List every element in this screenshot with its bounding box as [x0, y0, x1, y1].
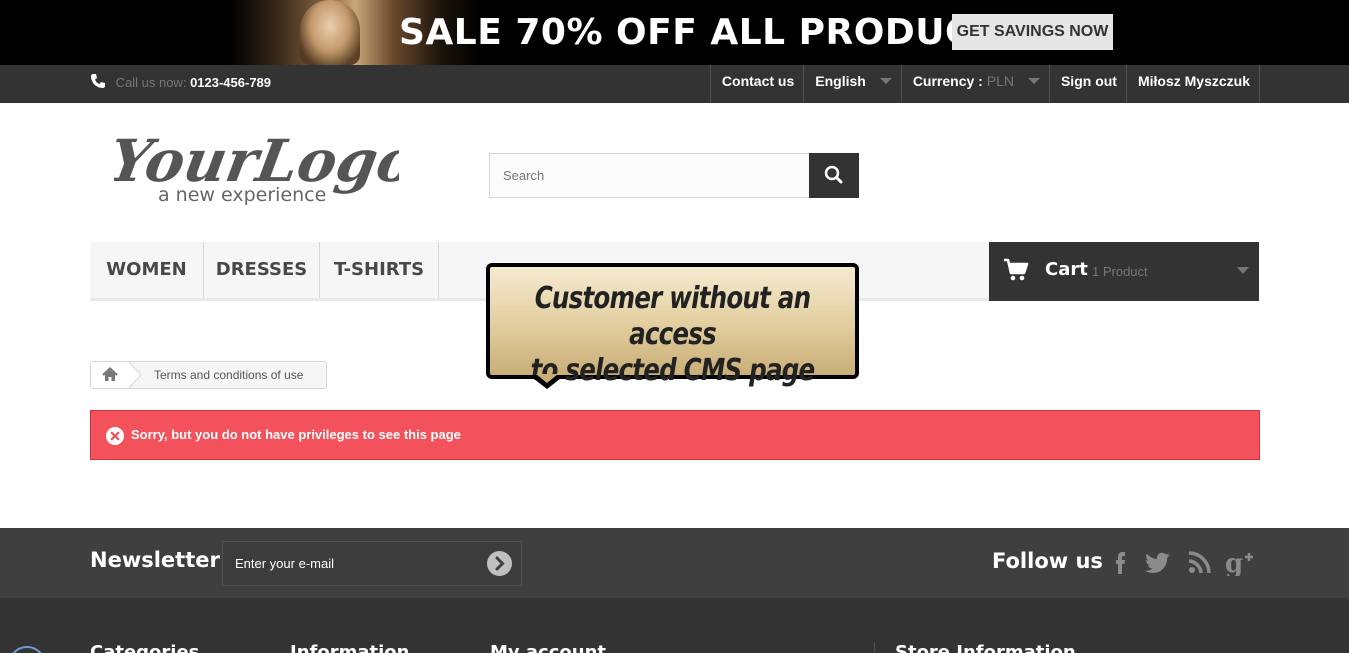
menu-item-dresses[interactable]: DRESSES: [204, 242, 320, 298]
footer-links-area: Categories Information My account Store …: [0, 598, 1349, 653]
logo-graphic: YourLogo a new experience: [104, 126, 422, 206]
contact-us-link[interactable]: Contact us: [709, 65, 803, 103]
scroll-widget-icon[interactable]: [8, 646, 46, 653]
rss-icon[interactable]: [1186, 548, 1214, 576]
chevron-down-icon: [879, 78, 892, 84]
cart-count: 1 Product: [1092, 264, 1148, 279]
currency-value: PLN: [986, 73, 1014, 89]
footer-col-categories: Categories: [90, 642, 200, 653]
menu-item-women[interactable]: WOMEN: [90, 242, 204, 298]
google-plus-icon[interactable]: g: [1225, 548, 1255, 576]
user-name: Miłosz Myszczuk: [1137, 73, 1250, 89]
error-icon: [106, 427, 124, 445]
follow-us-title: Follow us: [992, 549, 1103, 573]
svg-text:g: g: [1225, 549, 1243, 576]
breadcrumb: Terms and conditions of use: [90, 361, 327, 389]
search-input[interactable]: Search: [489, 153, 810, 198]
footer-col-store-information: Store Information: [895, 642, 1076, 653]
error-message: Sorry, but you do not have privileges to…: [131, 427, 461, 442]
get-savings-button[interactable]: GET SAVINGS NOW: [952, 14, 1113, 50]
newsletter-title: Newsletter: [90, 548, 220, 572]
language-label: English: [815, 73, 866, 89]
breadcrumb-separator: [128, 361, 142, 389]
phone-icon: [91, 74, 105, 88]
user-nav: Contact us English Currency : PLN Sign o…: [709, 65, 1260, 103]
search-button[interactable]: [809, 153, 859, 198]
error-alert: Sorry, but you do not have privileges to…: [90, 410, 1260, 460]
call-us-info: Call us now: 0123-456-789: [90, 73, 271, 90]
currency-label: Currency :: [912, 73, 983, 89]
twitter-icon[interactable]: [1145, 548, 1173, 576]
newsletter-submit-button[interactable]: [487, 551, 512, 576]
top-nav-bar: Call us now: 0123-456-789 Contact us Eng…: [0, 65, 1349, 103]
callout-pointer-fill: [536, 374, 558, 383]
footer-col-my-account: My account: [490, 642, 606, 653]
site-logo[interactable]: YourLogo a new experience: [104, 125, 422, 210]
sign-out-label: Sign out: [1060, 73, 1117, 89]
facebook-icon[interactable]: [1106, 548, 1134, 576]
sign-out-link[interactable]: Sign out: [1048, 65, 1126, 103]
callout-line-1: Customer without an access: [534, 281, 811, 352]
currency-selector[interactable]: Currency : PLN: [900, 65, 1049, 103]
newsletter-email-input[interactable]: Enter your e-mail: [222, 541, 522, 586]
footer-divider: [874, 642, 875, 653]
banner-model-image: [300, 0, 360, 65]
breadcrumb-current: Terms and conditions of use: [154, 368, 304, 382]
banner-headline: SALE 70% OFF ALL PRODUCTS: [399, 12, 1024, 53]
menu-item-tshirts[interactable]: T-SHIRTS: [320, 242, 439, 298]
language-selector[interactable]: English: [803, 65, 901, 103]
breadcrumb-home[interactable]: [91, 362, 129, 388]
contact-us-label: Contact us: [721, 73, 795, 89]
shopping-cart-icon: [1004, 258, 1029, 281]
call-us-label: Call us now:: [115, 75, 187, 90]
footer-newsletter-bar: Newsletter Enter your e-mail Follow us g: [0, 528, 1349, 598]
cart-button[interactable]: Cart 1 Product: [989, 242, 1259, 301]
callout-line-2: to selected CMS page: [530, 353, 816, 388]
phone-number: 0123-456-789: [190, 75, 272, 90]
search-icon: [824, 165, 843, 184]
logo-tagline: a new experience: [158, 184, 326, 206]
home-icon: [102, 366, 118, 381]
chevron-down-icon: [1027, 78, 1040, 84]
account-link[interactable]: Miłosz Myszczuk: [1125, 65, 1260, 103]
annotation-callout: Customer without an access to selected C…: [486, 263, 859, 388]
cart-label: Cart: [1045, 259, 1088, 280]
chevron-down-icon: [1237, 267, 1249, 274]
footer-col-information: Information: [290, 642, 410, 653]
promo-banner[interactable]: SALE 70% OFF ALL PRODUCTS GET SAVINGS NO…: [0, 0, 1349, 65]
